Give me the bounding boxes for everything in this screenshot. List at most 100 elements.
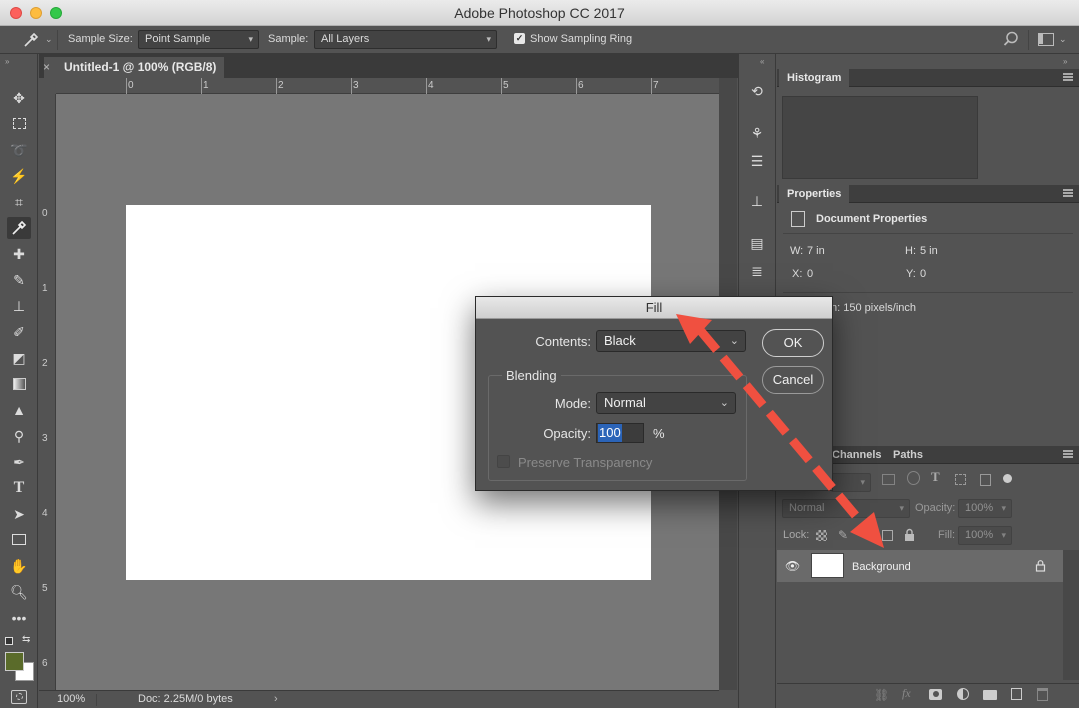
document-tab[interactable]: × Untitled-1 @ 100% (RGB/8) <box>43 57 224 78</box>
rectangle-tool-icon[interactable] <box>7 529 31 551</box>
adjustment-layer-icon[interactable] <box>957 688 969 700</box>
fill-dialog-title: Fill <box>476 297 832 319</box>
cancel-button[interactable]: Cancel <box>762 366 824 394</box>
history-brush-tool-icon[interactable]: ✐ <box>7 321 31 343</box>
type-tool-icon[interactable]: T <box>7 477 31 499</box>
eraser-tool-icon[interactable]: ◩ <box>7 347 31 369</box>
zoom-tool-icon[interactable]: 🔍︎ <box>7 581 31 603</box>
collapse-tools-icon[interactable]: » <box>5 57 9 66</box>
tab-histogram[interactable]: Histogram <box>779 69 850 87</box>
zoom-window-button[interactable] <box>50 7 62 19</box>
divider <box>57 30 58 50</box>
chevron-down-icon[interactable]: ⌄ <box>1059 34 1067 45</box>
blur-tool-icon[interactable]: ▲ <box>7 399 31 421</box>
workspace-icon[interactable] <box>1038 33 1054 46</box>
brush-tool-icon[interactable]: ✎ <box>7 269 31 291</box>
link-layers-icon[interactable]: ⛓ <box>874 688 889 702</box>
gradient-tool-icon[interactable] <box>7 373 31 395</box>
clone-source-icon[interactable]: ⊥ <box>746 190 768 212</box>
layers-scrollbar[interactable] <box>1063 550 1079 680</box>
zoom-level[interactable]: 100% <box>57 691 85 708</box>
lock-artboard-icon[interactable] <box>882 530 893 541</box>
clone-stamp-tool-icon[interactable]: ⊥ <box>7 295 31 317</box>
ruler-ticks <box>126 78 726 94</box>
opacity-input[interactable]: 100 <box>596 423 644 443</box>
tab-properties[interactable]: Properties <box>779 185 850 203</box>
path-selection-tool-icon[interactable]: ➤ <box>7 503 31 525</box>
ok-button[interactable]: OK <box>762 329 824 357</box>
preserve-transparency-label: Preserve Transparency <box>518 455 653 470</box>
blend-mode-select[interactable]: Normal ▾ <box>782 499 910 518</box>
mode-select[interactable]: Normal ⌄ <box>596 392 736 414</box>
search-icon[interactable] <box>1003 31 1019 50</box>
type-filter-icon[interactable]: T <box>931 469 940 485</box>
eyedropper-tool-icon[interactable] <box>7 217 31 239</box>
panel-menu-icon[interactable] <box>1063 450 1073 458</box>
more-tools-icon[interactable]: ••• <box>7 607 31 629</box>
chevron-down-icon: ▾ <box>486 34 491 44</box>
visibility-eye-icon[interactable]: 👁︎ <box>785 559 800 573</box>
filter-toggle-icon[interactable] <box>1003 474 1012 483</box>
magic-wand-tool-icon[interactable]: ⚡ <box>7 165 31 187</box>
collapse-strip-icon[interactable]: « <box>760 57 764 66</box>
minimize-window-button[interactable] <box>30 7 42 19</box>
notes-panel-icon[interactable]: ≣ <box>746 260 768 282</box>
new-layer-icon[interactable] <box>1011 688 1022 700</box>
divider <box>1028 30 1029 50</box>
healing-brush-tool-icon[interactable]: ✚ <box>7 243 31 265</box>
swap-colors-icon[interactable]: ⇆ <box>22 634 30 645</box>
chevron-down-icon[interactable]: ⌄ <box>45 34 53 45</box>
mode-label: Mode: <box>554 396 591 411</box>
pixel-filter-icon[interactable] <box>882 474 895 485</box>
lock-image-icon[interactable]: ✎ <box>838 528 848 542</box>
adjustments-icon[interactable]: ☰ <box>746 150 768 172</box>
shape-filter-icon[interactable] <box>955 474 966 485</box>
fx-icon[interactable]: fx <box>902 686 911 701</box>
close-tab-icon[interactable]: × <box>43 57 50 78</box>
hand-tool-icon[interactable]: ✋ <box>7 555 31 577</box>
layer-name[interactable]: Background <box>852 561 911 573</box>
glyphs-panel-icon[interactable]: ▤ <box>746 232 768 254</box>
opacity-value: 100% <box>965 502 994 514</box>
lock-transparent-icon[interactable] <box>816 530 827 541</box>
sample-select[interactable]: All Layers ▾ <box>314 30 497 49</box>
vertical-ruler: 0 1 2 3 4 5 6 <box>39 94 56 690</box>
crop-tool-icon[interactable]: ⌗ <box>7 191 31 213</box>
contents-select[interactable]: Black ⌄ <box>596 330 746 352</box>
collapse-panels-icon[interactable]: » <box>1063 57 1067 66</box>
show-sampling-ring-checkbox[interactable]: ✓ <box>514 33 525 44</box>
lasso-tool-icon[interactable]: ➰ <box>7 139 31 161</box>
tab-paths[interactable]: Paths <box>885 446 931 464</box>
layer-filter-select[interactable]: ▾ <box>831 473 871 492</box>
default-colors-icon[interactable] <box>5 637 13 645</box>
y-label: Y: <box>906 268 916 280</box>
chevron-down-icon: ⌄ <box>729 335 739 347</box>
foreground-color-swatch[interactable] <box>5 652 24 671</box>
tab-channels[interactable]: Channels <box>824 446 890 464</box>
move-tool-icon[interactable]: ✥ <box>7 87 31 109</box>
brush-presets-icon[interactable]: ⚘ <box>746 122 768 144</box>
pen-tool-icon[interactable]: ✒ <box>7 451 31 473</box>
close-window-button[interactable] <box>10 7 22 19</box>
history-panel-icon[interactable]: ⟲ <box>746 80 768 102</box>
dodge-tool-icon[interactable]: ⚲ <box>7 425 31 447</box>
add-mask-icon[interactable] <box>929 689 942 700</box>
panel-menu-icon[interactable] <box>1063 73 1073 81</box>
eyedropper-tool-preset-icon[interactable] <box>22 31 40 49</box>
new-group-icon[interactable] <box>983 690 997 700</box>
fill-input[interactable]: 100% ▾ <box>958 526 1012 545</box>
preserve-transparency-checkbox[interactable] <box>497 455 510 468</box>
layer-row[interactable]: 👁︎ Background <box>777 550 1063 582</box>
marquee-tool-icon[interactable] <box>7 113 31 135</box>
opacity-input[interactable]: 100% ▾ <box>958 499 1012 518</box>
panel-menu-icon[interactable] <box>1063 189 1073 197</box>
sample-size-select[interactable]: Point Sample ▾ <box>138 30 259 49</box>
lock-all-icon[interactable] <box>904 528 915 541</box>
trash-icon[interactable] <box>1037 688 1048 701</box>
chevron-right-icon[interactable]: › <box>274 691 278 708</box>
chevron-down-icon: ▾ <box>1001 503 1006 513</box>
adjustment-filter-icon[interactable] <box>907 471 920 485</box>
tab-channels-label: Channels <box>832 449 882 461</box>
quick-mask-icon[interactable] <box>11 690 27 704</box>
smart-object-filter-icon[interactable] <box>980 474 991 486</box>
